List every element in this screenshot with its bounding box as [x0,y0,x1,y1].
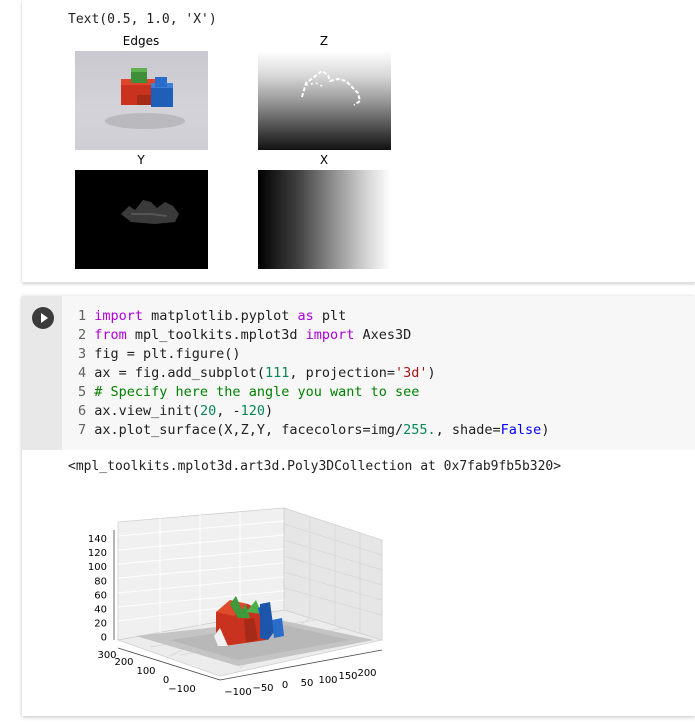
run-cell-button[interactable] [32,307,54,329]
z-tick-label: 80 [94,576,107,587]
line-number: 2 [78,327,95,343]
y-tick-label: 0 [282,680,288,691]
text-repr-output: Text(0.5, 1.0, 'X') [68,12,217,27]
line-number: 3 [78,346,95,362]
panel-title-x: X [319,153,329,167]
code-token: ) [264,403,274,419]
code-token: ) [541,422,550,438]
code-token: 20 [199,403,217,419]
y-height-shape [121,200,179,224]
y-tick-label: 150 [338,671,357,682]
z-tick-label: 40 [94,605,107,616]
code-token: mpl_toolkits.mplot3d [126,327,306,343]
z-tick-label: 100 [88,562,107,573]
x-tick-label: 100 [136,666,155,677]
y-axis-ticks: −100 −50 0 50 100 150 200 [224,668,376,698]
edges-image-panel [75,51,208,150]
line-number: 6 [78,403,95,419]
code-token: # Specify here the angle you want to see [94,384,420,400]
z-depth-panel [258,51,391,150]
code-token: , shade= [435,422,501,438]
line-number: 1 [78,308,95,324]
code-token: Axes3D [354,327,412,343]
y-height-panel [75,170,208,269]
code-token: import [305,327,355,343]
code-token: ax.plot_surface(X,Z,Y, facecolors=img/ [94,422,404,438]
z-tick-label: 0 [101,633,107,644]
code-token: matplotlib.pyplot [143,308,298,324]
panel-title-y: Y [137,153,145,167]
code-line: 4 ax = fig.add_subplot(111, projection='… [78,365,436,381]
code-line: 1 import matplotlib.pyplot as plt [78,308,346,324]
y-tick-label: −50 [252,683,273,694]
line-number: 5 [78,384,95,400]
z-edge-outline [301,69,362,106]
x-tick-label: 200 [114,657,133,668]
code-token: ax = fig.add_subplot( [94,365,265,381]
x-tick-label: −100 [168,684,195,695]
code-line: 2 from mpl_toolkits.mplot3d import Axes3… [78,327,411,343]
line-number: 7 [78,422,95,438]
code-token: from [94,327,127,343]
y-tick-label: 200 [357,668,376,679]
code-token: ) [427,365,436,381]
code-token: 111 [264,365,290,381]
code-token: plt [313,308,347,324]
y-tick-label: 50 [301,678,314,689]
code-line: 3 fig = plt.figure() [78,346,241,362]
code-token: fig = plt.figure() [94,346,241,362]
code-token: 120 [240,403,265,419]
code-token: ax.view_init( [94,403,200,419]
y-tick-label: 100 [318,675,337,686]
code-token: import [94,308,144,324]
panel-title-edges: Edges [122,34,160,48]
z-tick-label: 60 [94,590,107,601]
line-number: 4 [78,365,95,381]
code-line: 5 # Specify here the angle you want to s… [78,384,419,400]
z-axis-ticks: 140 120 100 80 60 40 20 0 [88,534,107,644]
panel-title-z: Z [319,34,329,48]
code-token: '3d' [395,365,428,381]
bricks-photo [105,68,185,129]
code-line: 6 ax.view_init(20, -120) [78,403,273,419]
code-token: , projection= [289,365,396,381]
x-coordinate-panel [258,170,391,269]
code-token: 255. [403,422,436,438]
z-tick-label: 20 [94,619,107,630]
y-tick-label: −100 [224,687,251,698]
z-tick-label: 140 [88,534,107,545]
code-token: False [500,422,542,438]
poly3d-repr-output: <mpl_toolkits.mplot3d.art3d.Poly3DCollec… [68,459,562,474]
play-icon [41,313,48,323]
code-token: , - [216,403,241,419]
code-line: 7 ax.plot_surface(X,Z,Y, facecolors=img/… [78,422,549,438]
code-token: as [297,308,314,324]
z-tick-label: 120 [88,548,107,559]
surface-3d-plot: 140120100806040200 3002001000−100 −100 −5… [88,507,384,698]
